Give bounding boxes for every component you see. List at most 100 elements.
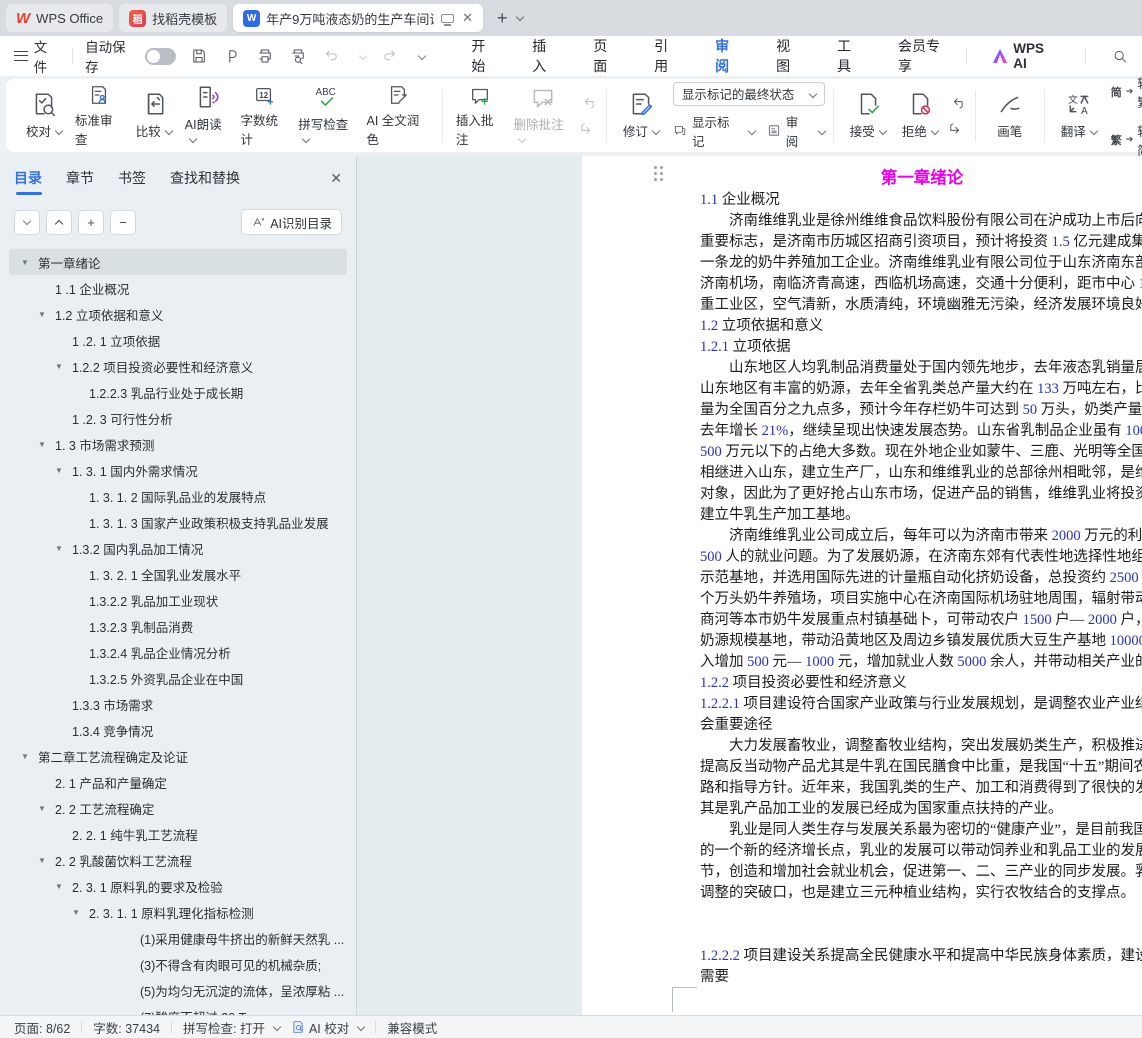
track-changes-button[interactable]: 修订 bbox=[615, 84, 667, 148]
toc-item[interactable]: ▼2. 2 工艺流程确定 bbox=[9, 795, 347, 821]
document-body[interactable]: 1.1 企业概况 济南维维乳业是徐州维维食品饮料股份有限公司在沪成功上市后向乳重… bbox=[700, 190, 1142, 988]
spell-check-status[interactable]: 拼写检查: 打开 bbox=[183, 1018, 280, 1037]
print-preview-icon[interactable] bbox=[289, 47, 307, 65]
pane-tab-find-replace[interactable]: 查找和替换 bbox=[170, 168, 240, 195]
show-markup-button[interactable]: 显示标记 bbox=[673, 112, 755, 150]
toc-item[interactable]: 1.3.2.2 乳品加工业现状 bbox=[9, 587, 347, 613]
toc-item[interactable]: (7)酸度不超过 20 T bbox=[9, 1003, 347, 1015]
toc-item[interactable]: ▼1.2 立项依据和意义 bbox=[9, 301, 347, 327]
proofread-button[interactable]: 校对 bbox=[18, 84, 70, 148]
search-icon[interactable] bbox=[1112, 48, 1128, 65]
page-indicator[interactable]: 页面: 8/62 bbox=[14, 1018, 70, 1037]
zoom-out-toc-button[interactable]: − bbox=[110, 210, 136, 235]
spell-check-button[interactable]: ABC 拼写检查 bbox=[293, 84, 361, 148]
toc-item[interactable]: ▼1. 3. 1 国内外需求情况 bbox=[9, 457, 347, 483]
toc-item[interactable]: 1. 3. 2. 1 全国乳业发展水平 bbox=[9, 561, 347, 587]
pane-tab-chapter[interactable]: 章节 bbox=[66, 168, 94, 195]
toc-item[interactable]: ▼2. 3. 1 原料乳的要求及检验 bbox=[9, 873, 347, 899]
standard-review-button[interactable]: 标准审查 bbox=[70, 84, 128, 148]
undo-icon[interactable] bbox=[322, 47, 340, 65]
toc-item[interactable]: 1 .2. 1 立项依据 bbox=[9, 327, 347, 353]
tab-list-chevron-icon[interactable] bbox=[512, 9, 523, 27]
toc-item[interactable]: 1 .2. 3 可行性分析 bbox=[9, 405, 347, 431]
toc-expand-arrow-icon[interactable]: ▼ bbox=[38, 804, 55, 813]
quickbar-more-icon[interactable] bbox=[414, 49, 425, 64]
toc-item[interactable]: ▼1.2.2 项目投资必要性和经济意义 bbox=[9, 353, 347, 379]
toc-item[interactable]: ▼第一章绪论 bbox=[9, 249, 347, 275]
reject-change-button[interactable]: 拒绝 bbox=[894, 84, 946, 148]
previous-change-icon[interactable] bbox=[948, 96, 965, 113]
traditional-to-simplified-button[interactable]: 繁 ➔ 转简 bbox=[1111, 121, 1142, 159]
collapse-all-button[interactable] bbox=[14, 210, 40, 235]
tab-docer-templates[interactable]: 稻 找稻壳模板 bbox=[119, 4, 227, 32]
file-menu-button[interactable]: 文件 bbox=[14, 36, 60, 76]
toc-item[interactable]: (5)为均匀无沉淀的流体，呈浓厚粘 ... bbox=[9, 977, 347, 1003]
close-pane-icon[interactable]: ✕ bbox=[330, 170, 342, 193]
toc-item[interactable]: ▼1.3.2 国内乳品加工情况 bbox=[9, 535, 347, 561]
close-tab-icon[interactable]: ✕ bbox=[462, 11, 473, 26]
next-change-icon[interactable] bbox=[948, 119, 965, 136]
toc-item[interactable]: ▼2. 3. 1. 1 原料乳理化指标检测 bbox=[9, 899, 347, 925]
accept-change-button[interactable]: 接受 bbox=[842, 84, 894, 148]
tab-wps-office[interactable]: W WPS Office bbox=[6, 4, 113, 32]
insert-comment-button[interactable]: 插入批注 bbox=[451, 84, 509, 148]
toc-item[interactable]: 2. 2. 1 纯牛乳工艺流程 bbox=[9, 821, 347, 847]
toc-expand-arrow-icon[interactable]: ▼ bbox=[38, 856, 55, 865]
ai-polish-button[interactable]: AI 全文润色 bbox=[362, 84, 434, 148]
tab-current-document[interactable]: W 年产9万吨液态奶的生产车间设计 ✕ bbox=[233, 4, 483, 32]
toc-expand-arrow-icon[interactable]: ▼ bbox=[38, 440, 55, 449]
toc-item[interactable]: ▼1. 3 市场需求预测 bbox=[9, 431, 347, 457]
toc-expand-arrow-icon[interactable]: ▼ bbox=[55, 466, 72, 475]
zoom-in-toc-button[interactable]: + bbox=[78, 210, 104, 235]
print-icon[interactable] bbox=[256, 47, 274, 65]
compare-button[interactable]: 比较 bbox=[128, 84, 180, 148]
toc-item[interactable]: 1.3.2.5 外资乳品企业在中国 bbox=[9, 665, 347, 691]
toc-item[interactable]: 1. 3. 1. 3 国家产业政策积极支持乳品业发展 bbox=[9, 509, 347, 535]
pane-tab-toc[interactable]: 目录 bbox=[14, 168, 42, 195]
ai-proofread-status[interactable]: AI 校对 bbox=[291, 1018, 364, 1037]
ink-brush-button[interactable]: 画笔 bbox=[984, 84, 1036, 148]
toc-expand-arrow-icon[interactable]: ▼ bbox=[55, 544, 72, 553]
toc-expand-arrow-icon[interactable]: ▼ bbox=[72, 908, 89, 917]
autosave-toggle[interactable] bbox=[145, 48, 176, 65]
ai-recognize-toc-button[interactable]: AI识别目录 bbox=[241, 209, 342, 235]
redo-icon[interactable] bbox=[381, 47, 399, 65]
wps-ai-button[interactable]: WPS AI bbox=[993, 41, 1059, 71]
ai-read-aloud-button[interactable]: AI朗读 bbox=[180, 84, 236, 148]
compare-label: 比较 bbox=[136, 121, 172, 140]
review-pane-button[interactable]: 审阅 bbox=[767, 112, 825, 150]
toc-item[interactable]: (1)采用健康母牛挤出的新鲜天然乳 ... bbox=[9, 925, 347, 951]
toc-expand-arrow-icon[interactable]: ▼ bbox=[21, 752, 38, 761]
markup-state-dropdown[interactable]: 显示标记的最终状态 bbox=[673, 82, 825, 106]
word-count-indicator[interactable]: 字数: 37434 bbox=[93, 1018, 160, 1037]
toc-item[interactable]: 1. 3. 1. 2 国际乳品业的发展特点 bbox=[9, 483, 347, 509]
toc-item[interactable]: 1.3.2.3 乳制品消费 bbox=[9, 613, 347, 639]
toc-expand-arrow-icon[interactable]: ▼ bbox=[38, 310, 55, 319]
toc-item[interactable]: (3)不得含有肉眼可见的机械杂质; bbox=[9, 951, 347, 977]
word-count-button[interactable]: 12 字数统计 bbox=[235, 84, 293, 148]
autosave-control[interactable]: 自动保存 bbox=[85, 36, 176, 76]
toc-item[interactable]: ▼第二章工艺流程确定及论证 bbox=[9, 743, 347, 769]
toc-item[interactable]: 1.3.3 市场需求 bbox=[9, 691, 347, 717]
save-icon[interactable] bbox=[190, 47, 208, 65]
toc-item[interactable]: 1 .1 企业概况 bbox=[9, 275, 347, 301]
toc-item[interactable]: 2. 1 产品和产量确定 bbox=[9, 769, 347, 795]
document-page[interactable]: 第一章绪论 1.1 企业概况 济南维维乳业是徐州维维食品饮料股份有限公司在沪成功… bbox=[582, 156, 1142, 1015]
toc-expand-arrow-icon[interactable]: ▼ bbox=[55, 362, 72, 371]
simplified-to-traditional-button[interactable]: 简 ➔ 转繁 bbox=[1111, 73, 1142, 111]
pane-tab-bookmark[interactable]: 书签 bbox=[118, 168, 146, 195]
toc-item[interactable]: ▼2. 2 乳酸菌饮料工艺流程 bbox=[9, 847, 347, 873]
toc-expand-arrow-icon[interactable]: ▼ bbox=[21, 258, 38, 267]
toc-expand-arrow-icon[interactable]: ▼ bbox=[55, 882, 72, 891]
previous-comment-icon[interactable] bbox=[579, 96, 596, 113]
expand-all-button[interactable] bbox=[46, 210, 72, 235]
next-comment-icon[interactable] bbox=[579, 119, 596, 136]
output-pdf-icon[interactable] bbox=[223, 47, 241, 65]
toc-item[interactable]: 1.2.2.3 乳品行业处于成长期 bbox=[9, 379, 347, 405]
toc-item[interactable]: 1.3.2.4 乳品企业情况分析 bbox=[9, 639, 347, 665]
drag-handle-icon[interactable] bbox=[654, 166, 663, 181]
delete-comment-button[interactable]: 删除批注 bbox=[509, 84, 577, 148]
translate-button[interactable]: 文 A 翻译 bbox=[1053, 84, 1105, 148]
toc-item[interactable]: 1.3.4 竞争情况 bbox=[9, 717, 347, 743]
share-screen-icon[interactable] bbox=[441, 14, 454, 23]
